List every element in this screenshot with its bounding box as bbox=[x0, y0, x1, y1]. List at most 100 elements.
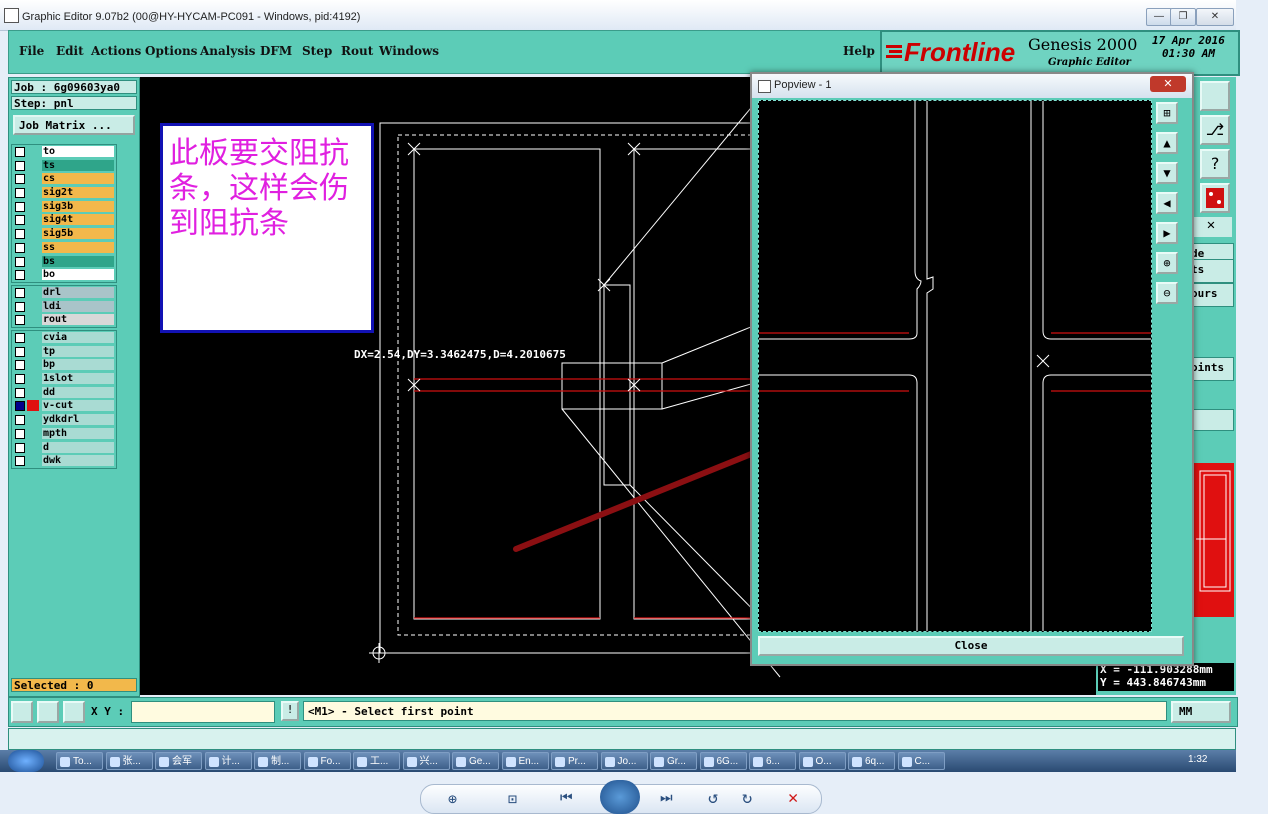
delete-icon[interactable]: ✕ bbox=[788, 788, 798, 808]
layer-row-bs[interactable]: bs bbox=[12, 255, 116, 269]
layer-checkbox[interactable] bbox=[15, 242, 25, 253]
layer-name[interactable]: ldi bbox=[42, 300, 114, 312]
layer-checkbox[interactable] bbox=[15, 256, 25, 267]
layer-name[interactable]: dwk bbox=[42, 455, 114, 467]
taskbar-item[interactable]: 6q... bbox=[848, 752, 895, 770]
taskbar-item[interactable]: To... bbox=[56, 752, 103, 770]
taskbar-item[interactable]: Fo... bbox=[303, 752, 351, 770]
start-button-icon[interactable] bbox=[8, 750, 44, 772]
popview-zoom-in-button[interactable]: ⊕ bbox=[1156, 252, 1178, 274]
layer-name[interactable]: tp bbox=[42, 345, 114, 357]
slideshow-icon[interactable] bbox=[600, 780, 640, 814]
layer-name[interactable]: d bbox=[42, 441, 114, 453]
layer-checkbox[interactable] bbox=[15, 270, 25, 281]
help-icon[interactable]: ? bbox=[1200, 149, 1230, 179]
job-matrix-button[interactable]: Job Matrix ... bbox=[13, 115, 135, 135]
layer-checkbox[interactable] bbox=[15, 301, 25, 312]
taskbar-item[interactable]: 6... bbox=[749, 752, 796, 770]
taskbar-item[interactable]: 会军 bbox=[155, 752, 202, 770]
layer-checkbox[interactable] bbox=[15, 160, 25, 171]
layer-checkbox[interactable] bbox=[15, 360, 25, 371]
right-input-field[interactable] bbox=[1190, 409, 1234, 431]
grid-icon[interactable] bbox=[63, 701, 85, 723]
popview-zoom-fit-button[interactable]: ⊞ bbox=[1156, 102, 1178, 124]
maximize-button[interactable]: ❐ bbox=[1170, 8, 1196, 26]
close-x-icon[interactable]: ✕ bbox=[1190, 217, 1232, 237]
layer-checkbox[interactable] bbox=[15, 346, 25, 357]
menu-help[interactable]: Help bbox=[843, 44, 875, 58]
layer-row-dwk[interactable]: dwk bbox=[12, 454, 116, 468]
menu-edit[interactable]: Edit bbox=[56, 44, 84, 58]
tool-button-circuit[interactable] bbox=[1200, 183, 1230, 213]
layer-checkbox[interactable] bbox=[15, 333, 25, 343]
layer-checkbox[interactable] bbox=[15, 428, 25, 439]
layer-name[interactable]: rout bbox=[42, 314, 114, 326]
layer-name[interactable]: sig3b bbox=[42, 200, 114, 212]
menu-windows[interactable]: Windows bbox=[379, 44, 439, 58]
layer-name[interactable]: sig2t bbox=[42, 187, 114, 199]
menu-actions[interactable]: Actions bbox=[91, 44, 141, 58]
info-icon[interactable]: ! bbox=[281, 701, 299, 721]
taskbar-item[interactable]: Jo... bbox=[600, 752, 648, 770]
layer-row-ydkdrl[interactable]: ydkdrl bbox=[12, 413, 116, 427]
layer-checkbox[interactable] bbox=[15, 415, 25, 426]
right-button-oints[interactable]: oints bbox=[1190, 357, 1234, 381]
layer-row-sig2t[interactable]: sig2t bbox=[12, 186, 116, 200]
taskbar-item[interactable]: Ge... bbox=[452, 752, 499, 770]
taskbar-item[interactable]: En... bbox=[501, 752, 549, 770]
layer-name[interactable]: sig4t bbox=[42, 214, 114, 226]
layer-name[interactable]: dd bbox=[42, 386, 114, 398]
layer-row-1slot[interactable]: 1slot bbox=[12, 372, 116, 386]
layer-name[interactable]: ts bbox=[42, 159, 114, 171]
menu-file[interactable]: File bbox=[19, 44, 44, 58]
layer-name[interactable]: bs bbox=[42, 255, 114, 267]
taskbar-item[interactable]: 张... bbox=[105, 752, 153, 770]
previous-icon[interactable]: ⏮ bbox=[560, 790, 573, 806]
layer-name[interactable]: cvia bbox=[42, 332, 114, 343]
layer-row-v-cut[interactable]: v-cut bbox=[12, 399, 116, 413]
close-window-button[interactable]: ✕ bbox=[1196, 8, 1234, 26]
angle-icon[interactable] bbox=[37, 701, 59, 723]
layer-checkbox[interactable] bbox=[15, 387, 25, 398]
taskbar-item[interactable]: Gr... bbox=[650, 752, 697, 770]
layer-row-ts[interactable]: ts bbox=[12, 159, 116, 173]
taskbar-item[interactable]: 工... bbox=[353, 752, 400, 770]
popview-canvas[interactable] bbox=[758, 100, 1152, 632]
layer-checkbox[interactable] bbox=[15, 201, 25, 212]
layer-row-cvia[interactable]: cvia bbox=[12, 331, 116, 345]
xy-input[interactable] bbox=[131, 701, 275, 723]
layer-checkbox[interactable] bbox=[15, 188, 25, 199]
layer-checkbox[interactable] bbox=[15, 147, 25, 157]
layer-checkbox[interactable] bbox=[15, 229, 25, 240]
taskbar-item[interactable]: O... bbox=[798, 752, 846, 770]
layer-row-tp[interactable]: tp bbox=[12, 345, 116, 359]
menu-analysis[interactable]: Analysis bbox=[200, 44, 255, 58]
popview-close-icon[interactable]: ✕ bbox=[1150, 76, 1186, 92]
layer-row-to[interactable]: to bbox=[12, 145, 116, 159]
rotate-right-icon[interactable]: ↻ bbox=[742, 788, 752, 808]
layer-checkbox[interactable] bbox=[15, 315, 25, 326]
popview-down-button[interactable]: ▼ bbox=[1156, 162, 1178, 184]
snap-icon[interactable] bbox=[11, 701, 33, 723]
layer-name[interactable]: cs bbox=[42, 173, 114, 185]
layer-row-cs[interactable]: cs bbox=[12, 172, 116, 186]
layer-row-d[interactable]: d bbox=[12, 441, 116, 455]
right-button-ts[interactable]: ts bbox=[1190, 259, 1234, 283]
popview-right-button[interactable]: ▶ bbox=[1156, 222, 1178, 244]
rotate-left-icon[interactable]: ↺ bbox=[708, 788, 718, 808]
layer-name[interactable]: 1slot bbox=[42, 373, 114, 385]
menu-step[interactable]: Step bbox=[302, 44, 332, 58]
layer-name[interactable]: to bbox=[42, 146, 114, 157]
layer-checkbox[interactable] bbox=[15, 215, 25, 226]
layer-row-sig4t[interactable]: sig4t bbox=[12, 213, 116, 227]
layer-name[interactable]: bo bbox=[42, 269, 114, 281]
layer-name[interactable]: bp bbox=[42, 359, 114, 371]
layer-row-dd[interactable]: dd bbox=[12, 386, 116, 400]
layer-row-mpth[interactable]: mpth bbox=[12, 427, 116, 441]
layer-name[interactable]: v-cut bbox=[42, 400, 114, 412]
layer-row-ldi[interactable]: ldi bbox=[12, 300, 116, 314]
taskbar-item[interactable]: 计... bbox=[204, 752, 252, 770]
menu-dfm[interactable]: DFM bbox=[260, 44, 292, 58]
layer-row-drl[interactable]: drl bbox=[12, 286, 116, 300]
actual-size-icon[interactable]: ⊡ bbox=[508, 790, 517, 808]
